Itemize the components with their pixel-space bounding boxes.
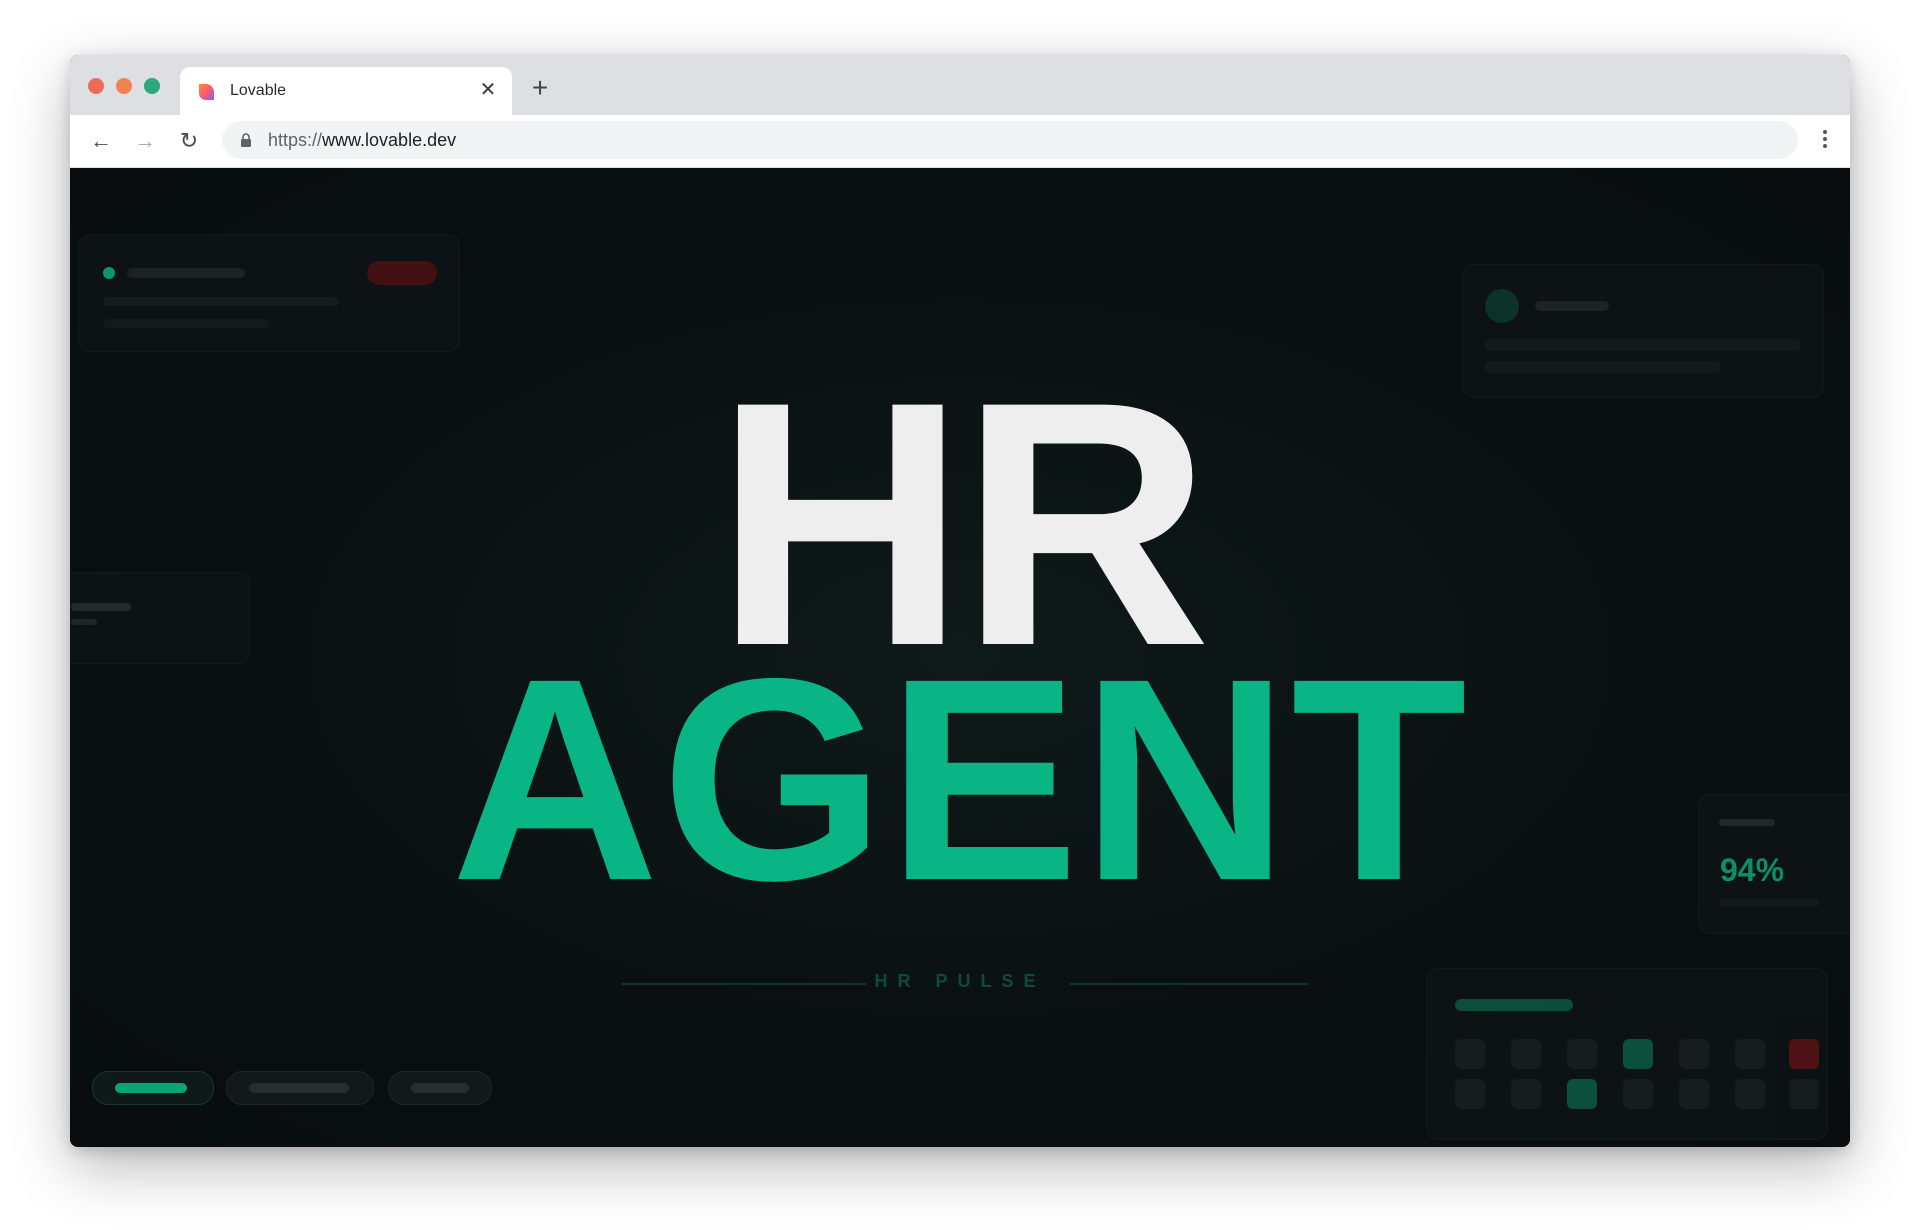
card-heading-bar [1455, 999, 1573, 1011]
lovable-logo-icon [199, 84, 214, 100]
url-scheme: https:// [268, 130, 323, 150]
tab-title: Lovable [230, 82, 287, 99]
reload-icon[interactable]: ↻ [176, 128, 202, 154]
status-dot [103, 267, 115, 279]
grid-cell [1455, 1079, 1485, 1109]
placeholder-bar [127, 268, 245, 278]
placeholder-bar [103, 319, 269, 328]
grid-cell [1735, 1079, 1765, 1109]
grid-cell [1623, 1079, 1653, 1109]
close-icon[interactable]: ✕ [476, 78, 500, 102]
grid-cell-active [1567, 1079, 1597, 1109]
plus-icon[interactable]: + [526, 74, 554, 103]
grid-cell-active [1623, 1039, 1653, 1069]
pill-label-bar [115, 1083, 187, 1093]
filter-pill[interactable] [226, 1071, 374, 1105]
grid-cell [1511, 1079, 1541, 1109]
browser-window: Lovable ✕ + ← → ↻ https://www.lovable.de… [70, 55, 1850, 1147]
grid-cell [1679, 1039, 1709, 1069]
hero-subtitle: HR PULSE [874, 971, 1046, 991]
lock-icon [241, 133, 251, 147]
url-host: www.lovable.dev [322, 130, 457, 150]
grid-cell [1455, 1039, 1485, 1069]
url-text: https://www.lovable.dev [268, 130, 456, 151]
calendar-card [1426, 968, 1828, 1140]
close-window-button[interactable] [88, 78, 104, 94]
grid-cell-alert [1789, 1039, 1819, 1069]
grid-cell [1679, 1079, 1709, 1109]
page-content: 94% HR AGENT HR PULSE [70, 168, 1850, 1147]
browser-toolbar: ← → ↻ https://www.lovable.dev [70, 115, 1850, 168]
alert-badge [367, 261, 437, 285]
minimize-window-button[interactable] [116, 78, 132, 94]
pill-label-bar [249, 1083, 349, 1093]
address-bar[interactable]: https://www.lovable.dev [222, 121, 1798, 159]
hero-title-line2: AGENT [451, 619, 1469, 941]
notification-card [78, 234, 460, 352]
tab-strip: Lovable ✕ + [70, 55, 1850, 115]
kebab-menu-icon[interactable] [1820, 127, 1830, 155]
placeholder-bar [1535, 301, 1609, 311]
avatar [1485, 289, 1519, 323]
placeholder-bar [103, 297, 339, 306]
grid-cell [1789, 1079, 1819, 1109]
grid-cell [1511, 1039, 1541, 1069]
filter-pill[interactable] [388, 1071, 492, 1105]
grid-cell [1735, 1039, 1765, 1069]
pill-label-bar [411, 1083, 469, 1093]
grid-cell [1567, 1039, 1597, 1069]
filter-pill-active[interactable] [92, 1071, 214, 1105]
zoom-window-button[interactable] [144, 78, 160, 94]
back-arrow-icon[interactable]: ← [88, 128, 114, 154]
tab-lovable[interactable]: Lovable ✕ [180, 67, 512, 115]
forward-arrow-icon[interactable]: → [132, 128, 158, 154]
